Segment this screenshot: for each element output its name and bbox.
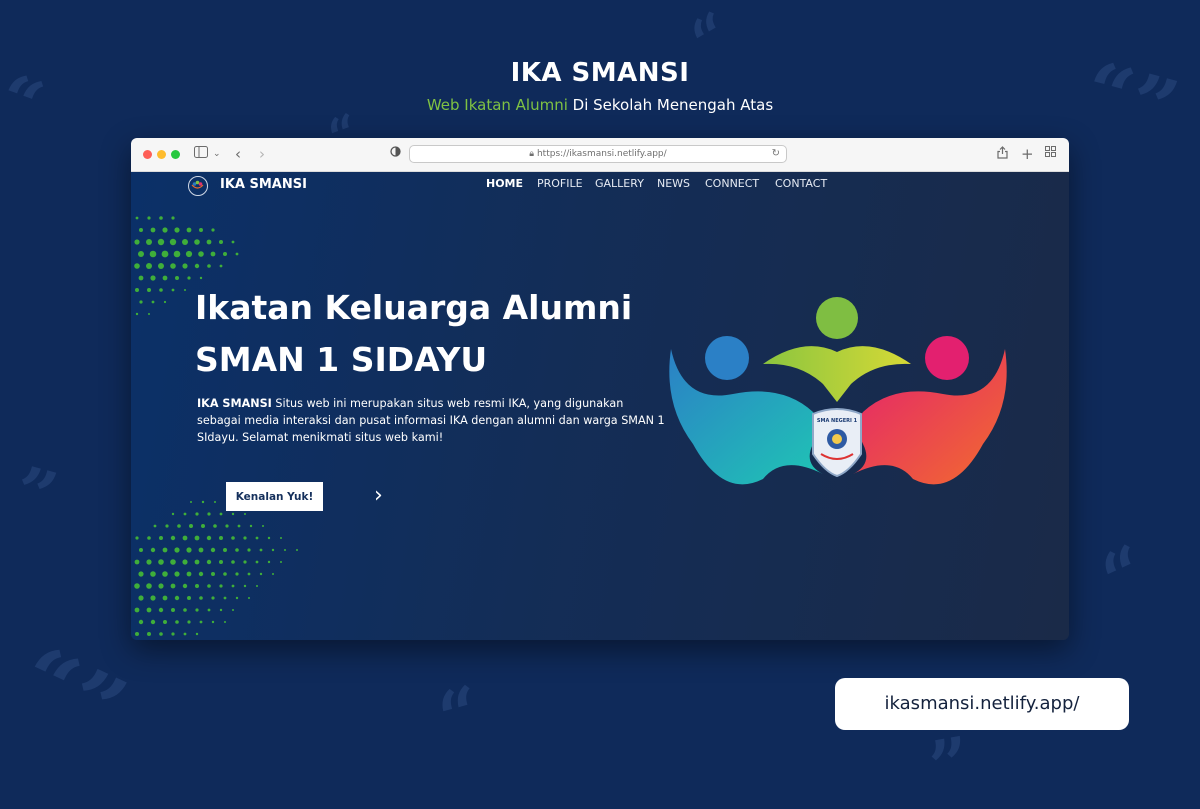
sidebar-toggle-icon[interactable] — [194, 146, 208, 163]
hero-title-line2: SMAN 1 SIDAYU — [195, 340, 488, 379]
subtitle-highlight: Web Ikatan Alumni — [426, 96, 568, 114]
site-brand[interactable]: IKA SMANSI — [220, 177, 307, 192]
address-text: https://ikasmansi.netlify.app/ — [536, 149, 667, 159]
site-url-pill[interactable]: ikasmansi.netlify.app/ — [835, 678, 1129, 730]
close-window-button[interactable] — [143, 150, 152, 159]
school-emblem: SMA NEGERI 1 — [812, 408, 862, 478]
nav-home[interactable]: HOME — [486, 177, 523, 190]
quote-decoration: ” — [5, 449, 66, 540]
nav-news[interactable]: NEWS — [657, 177, 690, 190]
hero-desc-brand: IKA SMANSI — [197, 397, 272, 410]
site-logo[interactable] — [188, 176, 208, 196]
reload-icon[interactable]: ↻ — [772, 146, 780, 162]
figure-head-green — [816, 297, 858, 339]
browser-window: ⌄ ‹ › 🔒︎ https://ikasmansi.netlify.app/ … — [131, 138, 1069, 640]
figure-head-pink — [925, 336, 969, 380]
forward-icon[interactable]: › — [259, 146, 265, 162]
quote-decoration: ” — [923, 720, 978, 809]
quote-decoration: “ — [1089, 528, 1161, 621]
figure-head-blue — [705, 336, 749, 380]
quote-decoration: “” — [2, 625, 142, 765]
hero-description: IKA SMANSI Situs web ini merupakan situs… — [197, 395, 667, 446]
back-icon[interactable]: ‹ — [235, 146, 241, 162]
nav-contact[interactable]: CONTACT — [775, 177, 827, 190]
tab-overview-icon[interactable] — [1045, 146, 1056, 162]
browser-toolbar: ⌄ ‹ › 🔒︎ https://ikasmansi.netlify.app/ … — [131, 138, 1069, 172]
page-subtitle: Web Ikatan Alumni Di Sekolah Menengah At… — [0, 96, 1200, 114]
nav-profile[interactable]: PROFILE — [537, 177, 583, 190]
lock-icon: 🔒︎ — [529, 149, 535, 159]
chevron-down-icon[interactable]: ⌄ — [213, 146, 221, 162]
kenalan-yuk-button[interactable]: Kenalan Yuk! — [226, 482, 323, 511]
privacy-shield-icon[interactable] — [390, 146, 401, 162]
svg-text:SMA NEGERI 1: SMA NEGERI 1 — [817, 418, 858, 424]
ika-logo-illustration: SMA NEGERI 1 — [669, 297, 1007, 485]
minimize-window-button[interactable] — [157, 150, 166, 159]
page-title: IKA SMANSI — [510, 58, 690, 88]
website-hero: IKA SMANSI HOME PROFILE GALLERY NEWS CON… — [131, 172, 1069, 640]
address-bar[interactable]: 🔒︎ https://ikasmansi.netlify.app/ ↻ — [409, 145, 787, 163]
quote-decoration: “ — [429, 669, 491, 760]
subtitle-rest: Di Sekolah Menengah Atas — [567, 96, 774, 114]
maximize-window-button[interactable] — [171, 150, 180, 159]
share-icon[interactable] — [997, 146, 1008, 164]
new-tab-icon[interactable]: + — [1021, 146, 1034, 162]
nav-connect[interactable]: CONNECT — [705, 177, 759, 190]
figure-arms-green — [763, 346, 911, 402]
nav-gallery[interactable]: GALLERY — [595, 177, 644, 190]
chevron-right-icon[interactable]: › — [374, 482, 383, 510]
hero-title-line1: Ikatan Keluarga Alumni — [195, 288, 633, 327]
